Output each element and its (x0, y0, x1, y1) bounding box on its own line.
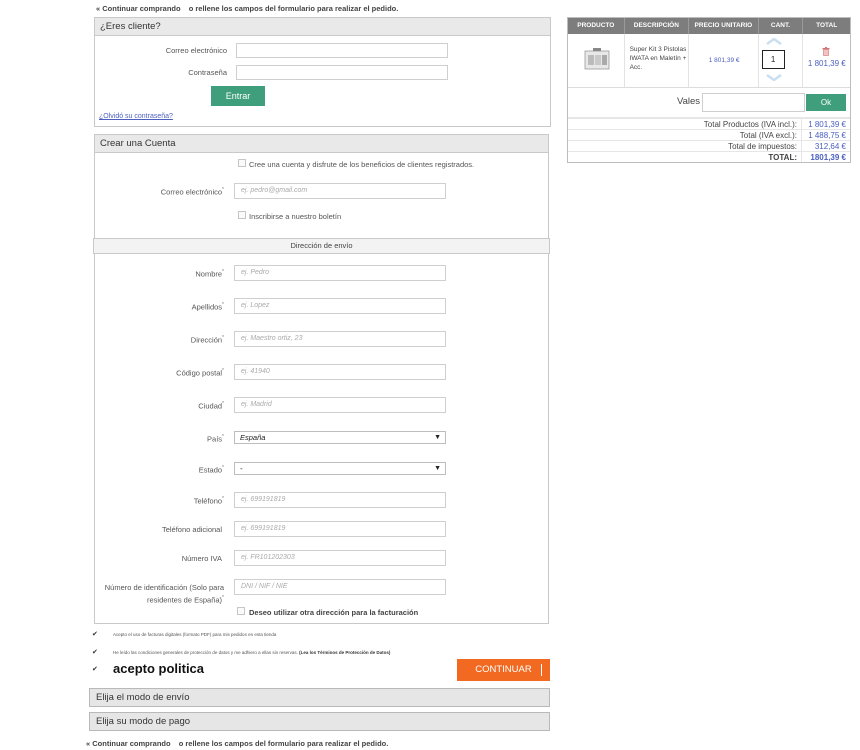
policy-label: acepto politica (113, 661, 205, 676)
country-label: País* (207, 434, 224, 444)
unit-price-cell: 1 801,39 € (689, 34, 759, 87)
state-label: Estado* (198, 465, 224, 475)
address-label: Dirección* (190, 335, 224, 345)
postal-code-label: Código postal* (176, 368, 224, 378)
create-account-checkbox[interactable] (238, 159, 246, 167)
dropdown-arrow-icon: ▼ (434, 465, 441, 472)
create-account-title: Crear una Cuenta (95, 135, 548, 153)
quantity-down-icon[interactable] (765, 74, 782, 81)
billing-address-checkbox[interactable] (237, 607, 245, 615)
create-account-checkbox-label: Cree una cuenta y disfrute de los benefi… (249, 160, 475, 169)
first-name-input[interactable]: ej. Pedro (234, 265, 446, 281)
product-image-cell (568, 34, 625, 87)
city-input[interactable]: ej. Madrid (234, 397, 446, 413)
continue-button[interactable]: CONTINUAR (457, 659, 550, 681)
header-total: TOTAL (816, 22, 838, 29)
summary-grand-total: TOTAL: 1801,39 € (568, 151, 850, 162)
payment-mode-section[interactable]: Elija su modo de pago (89, 712, 550, 731)
last-name-input[interactable]: ej. Lopez (234, 298, 446, 314)
continue-shopping-link-bottom[interactable]: « Continuar comprando (86, 739, 171, 748)
account-email-label: Correo electrónico* (160, 187, 224, 197)
phone-input[interactable]: ej. 699191819 (234, 492, 446, 508)
vat-label: Número IVA (181, 554, 222, 563)
vat-input[interactable]: ej. FR101202303 (234, 550, 446, 566)
newsletter-label: Inscribirse a nuestro boletín (249, 212, 342, 221)
phone2-label: Teléfono adicional (161, 525, 222, 534)
header-description: DESCRIPCIÓN (625, 18, 690, 34)
summary-taxes: Total de impuestos: 312,64 € (568, 140, 850, 151)
login-submit-button[interactable]: Entrar (211, 86, 265, 106)
top-navigation-note: « Continuar comprando o rellene los camp… (96, 4, 398, 13)
voucher-label: Vales (677, 96, 701, 107)
login-email-label: Correo electrónico (165, 46, 227, 55)
login-password-input[interactable] (236, 65, 448, 80)
shipping-address-header: Dirección de envío (93, 238, 550, 254)
cart-item-row: Super Kit 3 Pistolas IWATA en Maletín + … (568, 34, 850, 88)
quantity-input[interactable]: 1 (761, 50, 785, 69)
fill-form-text-bottom: o rellene los campos del formulario para… (178, 739, 389, 748)
delete-icon[interactable] (822, 47, 830, 56)
state-select[interactable]: - ▼ (234, 462, 446, 475)
id-number-input[interactable]: DNI / NIF / NIE (234, 579, 446, 595)
header-product: PRODUCTO (568, 18, 625, 34)
state-value: - (240, 464, 243, 473)
voucher-row: Vales Ok (568, 88, 850, 118)
cart-header-row: PRODUCTO DESCRIPCIÓN PRECIO UNITARIO CAN… (568, 18, 850, 34)
phone-label: Teléfono* (193, 496, 224, 506)
first-name-label: Nombre* (195, 269, 224, 279)
login-title: ¿Eres cliente? (95, 18, 550, 36)
product-description-cell: Super Kit 3 Pistolas IWATA en Maletín + … (625, 34, 690, 87)
unit-price: 1 801,39 € (708, 57, 740, 64)
product-description[interactable]: Super Kit 3 Pistolas IWATA en Maletín + … (630, 45, 688, 72)
button-divider (541, 664, 542, 676)
summary-products-total: Total Productos (IVA incl.): 1 801,39 € (568, 118, 850, 129)
privacy-terms-link[interactable]: (Lea los Términos de Protección de Datos… (299, 650, 390, 655)
cart-summary: PRODUCTO DESCRIPCIÓN PRECIO UNITARIO CAN… (567, 17, 851, 163)
pdf-invoices-checkbox[interactable]: ✔ (92, 630, 98, 638)
country-value: España (240, 433, 266, 442)
summary-total-excl-tax: Total (IVA excl.): 1 488,75 € (568, 129, 850, 140)
header-quantity: CANT. (759, 18, 804, 34)
privacy-checkbox[interactable]: ✔ (92, 648, 98, 656)
last-name-label: Apellidos* (191, 302, 224, 312)
policy-checkbox[interactable]: ✔ (92, 665, 98, 673)
quantity-cell: 1 (759, 34, 804, 87)
forgot-password-link[interactable]: ¿Olvidó su contraseña? (99, 113, 173, 120)
voucher-ok-button[interactable]: Ok (806, 94, 846, 111)
item-total: 1 801,39 € (807, 59, 846, 68)
fill-form-text: o rellene los campos del formulario para… (188, 4, 399, 13)
newsletter-checkbox[interactable] (238, 211, 246, 219)
voucher-input[interactable] (702, 93, 805, 112)
login-password-label: Contraseña (188, 68, 227, 77)
shipping-mode-section[interactable]: Elija el modo de envío (89, 688, 550, 707)
address-input[interactable]: ej. Maestro ortiz, 23 (234, 331, 446, 347)
continue-shopping-link[interactable]: « Continuar comprando (96, 4, 181, 13)
account-email-input[interactable]: ej. pedro@gmail.com (234, 183, 446, 199)
privacy-label: He leído las condiciones generales de pr… (113, 650, 391, 655)
postal-code-input[interactable]: ej. 41940 (234, 364, 446, 380)
product-thumbnail[interactable] (584, 47, 610, 73)
id-number-label: Número de identificación (Solo para resi… (104, 583, 224, 605)
bottom-navigation-note: « Continuar comprando o rellene los camp… (86, 739, 388, 748)
billing-address-label: Deseo utilizar otra dirección para la fa… (249, 608, 419, 617)
country-select[interactable]: España ▼ (234, 431, 446, 444)
total-cell: 1 801,39 € (803, 34, 850, 87)
dropdown-arrow-icon: ▼ (434, 434, 441, 441)
header-unit-price: PRECIO UNITARIO (689, 18, 759, 34)
phone2-input[interactable]: ej. 699191819 (234, 521, 446, 537)
pdf-invoices-label: Acepto el uso de facturas digitales (for… (113, 632, 277, 637)
login-email-input[interactable] (236, 43, 448, 58)
city-label: Ciudad* (198, 401, 224, 411)
quantity-up-icon[interactable] (765, 38, 782, 45)
